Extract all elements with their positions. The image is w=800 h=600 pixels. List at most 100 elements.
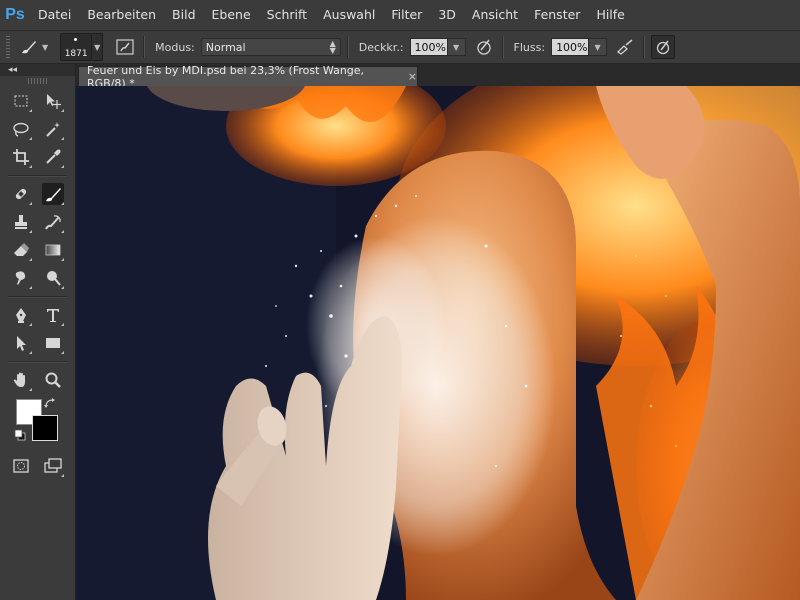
chevron-down-icon: ▼ — [94, 42, 101, 52]
separator — [143, 36, 146, 58]
quick-mask-icon — [13, 459, 29, 473]
clone-stamp-icon — [15, 215, 27, 229]
swap-colors-icon[interactable] — [44, 397, 56, 409]
options-grip[interactable] — [6, 36, 10, 58]
pressure-size-toggle[interactable] — [651, 35, 676, 59]
lasso-tool[interactable] — [10, 118, 32, 140]
menu-ebene[interactable]: Ebene — [204, 0, 259, 30]
opacity-input[interactable]: 100% — [409, 38, 448, 56]
flow-dropdown[interactable]: ▼ — [589, 38, 608, 56]
mode-select[interactable]: Normal ▲ ▼ — [200, 38, 341, 56]
clone-stamp-tool[interactable] — [10, 211, 32, 233]
collapse-panel-icon[interactable]: ◂◂ — [8, 65, 17, 75]
type-icon — [47, 309, 59, 322]
menu-bild[interactable]: Bild — [164, 0, 203, 30]
rectangle-icon — [46, 338, 60, 348]
menu-bar: Ps Datei Bearbeiten Bild Ebene Schrift A… — [0, 0, 800, 31]
pressure-opacity-icon — [476, 39, 491, 55]
updown-icon: ▲ ▼ — [329, 39, 336, 55]
separator — [8, 361, 67, 363]
brush-size-value: 1871 — [64, 49, 88, 59]
separator — [8, 175, 67, 177]
menu-hilfe[interactable]: Hilfe — [588, 0, 632, 30]
screen-mode-icon — [44, 458, 62, 473]
tool-preset-picker[interactable]: ▼ — [15, 38, 52, 56]
close-icon[interactable]: × — [408, 70, 417, 83]
zoom-tool[interactable] — [42, 369, 64, 391]
mode-label: Modus: — [155, 40, 195, 54]
options-bar: ▼ 1871 ▼ Modus: Normal ▲ ▼ Deckkr.: 100% … — [0, 31, 800, 64]
crop-icon — [13, 149, 29, 165]
menu-bearbeiten[interactable]: Bearbeiten — [79, 0, 164, 30]
pressure-size-icon — [656, 40, 670, 55]
color-swatches — [12, 397, 72, 455]
rect-marquee-tool[interactable] — [10, 90, 32, 112]
opacity-label: Deckkr.: — [358, 40, 404, 54]
separator — [8, 296, 67, 298]
move-icon — [47, 94, 61, 109]
document-canvas[interactable] — [76, 86, 800, 600]
pen-tool[interactable] — [10, 304, 32, 326]
hand-tool[interactable] — [10, 369, 32, 391]
healing-brush-tool[interactable] — [10, 183, 32, 205]
chevron-down-icon: ▼ — [594, 42, 601, 52]
move-tool[interactable] — [42, 90, 64, 112]
photoshop-logo: Ps — [5, 6, 25, 23]
menu-ansicht[interactable]: Ansicht — [464, 0, 526, 30]
path-select-tool[interactable] — [10, 332, 32, 354]
eyedropper-icon — [46, 149, 61, 164]
separator — [643, 36, 646, 58]
eraser-tool[interactable] — [10, 239, 32, 261]
history-brush-icon — [45, 215, 61, 230]
path-select-icon — [17, 336, 26, 351]
blur-tool[interactable] — [10, 267, 32, 289]
brush-tool[interactable] — [42, 183, 64, 205]
mode-value: Normal — [205, 40, 246, 54]
brush-preset-picker[interactable]: 1871 — [60, 33, 93, 61]
background-color[interactable] — [32, 415, 58, 441]
blur-icon — [15, 271, 26, 285]
healing-brush-icon — [15, 188, 27, 200]
default-colors-icon[interactable] — [14, 429, 26, 441]
chevron-down-icon: ▼ — [42, 42, 49, 52]
document-tab[interactable]: Feuer und Eis by MDI.psd bei 23,3% (Fros… — [78, 64, 418, 90]
rect-marquee-icon — [14, 95, 28, 107]
separator — [501, 36, 504, 58]
gradient-icon — [45, 244, 61, 256]
hand-icon — [13, 372, 25, 387]
rectangle-tool[interactable] — [42, 332, 64, 354]
lasso-icon — [13, 122, 29, 137]
tools-panel-grip[interactable] — [28, 78, 47, 84]
zoom-icon — [45, 372, 61, 388]
airbrush-toggle[interactable] — [613, 35, 637, 59]
menu-schrift[interactable]: Schrift — [259, 0, 315, 30]
menu-filter[interactable]: Filter — [383, 0, 430, 30]
brush-panel-icon — [116, 39, 134, 55]
screen-mode-toggle[interactable] — [42, 455, 64, 477]
dodge-icon — [47, 271, 61, 286]
history-brush-tool[interactable] — [42, 211, 64, 233]
brush-preset-dropdown[interactable]: ▼ — [92, 33, 104, 61]
pressure-opacity-toggle[interactable] — [472, 35, 496, 59]
opacity-dropdown[interactable]: ▼ — [447, 38, 466, 56]
flow-input[interactable]: 100% — [551, 38, 590, 56]
tools-panel-header: ◂◂ — [0, 64, 75, 76]
gradient-tool[interactable] — [42, 239, 64, 261]
brush-icon — [22, 41, 36, 54]
menu-datei[interactable]: Datei — [30, 0, 79, 30]
eyedropper-tool[interactable] — [42, 146, 64, 168]
dodge-tool[interactable] — [42, 267, 64, 289]
eraser-icon — [14, 243, 29, 256]
brush-panel-toggle[interactable] — [113, 35, 137, 59]
flow-label: Fluss: — [513, 40, 546, 54]
type-tool[interactable] — [42, 304, 64, 326]
document-tab-bar: Feuer und Eis by MDI.psd bei 23,3% (Fros… — [76, 64, 800, 90]
menu-fenster[interactable]: Fenster — [526, 0, 588, 30]
magic-wand-tool[interactable] — [42, 118, 64, 140]
menu-auswahl[interactable]: Auswahl — [315, 0, 383, 30]
quick-mask-toggle[interactable] — [10, 455, 32, 477]
magic-wand-icon — [46, 122, 60, 137]
menu-3d[interactable]: 3D — [430, 0, 464, 30]
chevron-down-icon: ▼ — [452, 42, 460, 52]
crop-tool[interactable] — [10, 146, 32, 168]
